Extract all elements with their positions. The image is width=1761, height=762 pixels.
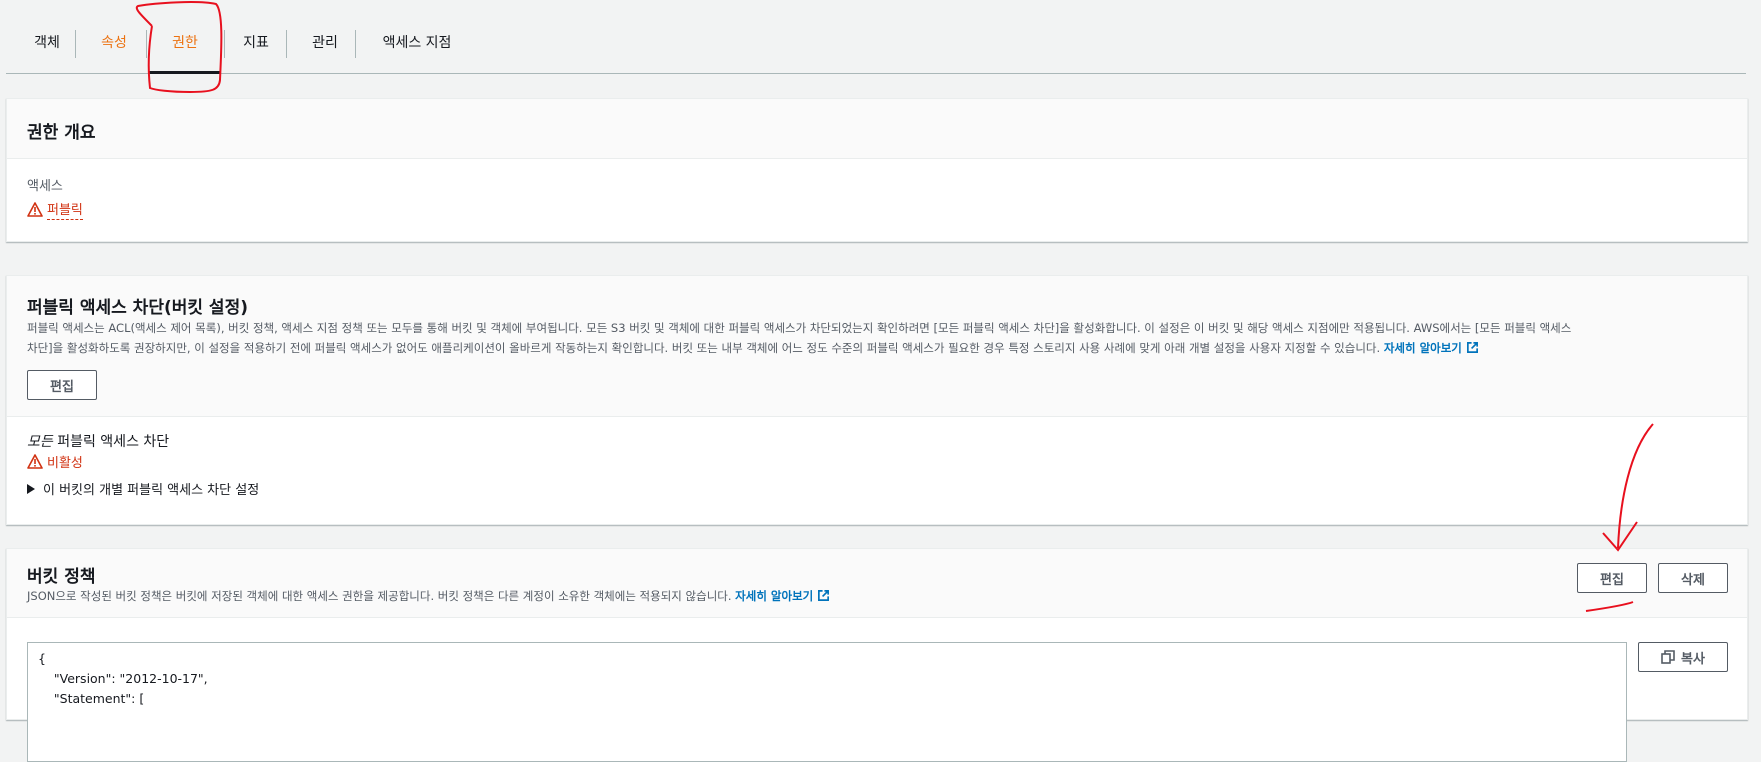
learn-more-link[interactable]: 자세히 알아보기 bbox=[735, 589, 830, 603]
section-title: 퍼블릭 액세스 차단(버킷 설정) bbox=[27, 298, 248, 318]
edit-block-access-button[interactable]: 편집 bbox=[27, 370, 97, 400]
access-status[interactable]: 퍼블릭 bbox=[27, 199, 83, 220]
tab-bar: 객체 속성 권한 지표 관리 액세스 지점 bbox=[6, 0, 1746, 74]
learn-more-link[interactable]: 자세히 알아보기 bbox=[1384, 341, 1479, 355]
heading-text: 퍼블릭 액세스 차단 bbox=[52, 434, 170, 450]
block-public-access-panel: 퍼블릭 액세스 차단(버킷 설정) 퍼블릭 액세스는 ACL(액세스 제어 목록… bbox=[6, 275, 1748, 525]
heading-italic: 모든 bbox=[27, 434, 53, 450]
panel-header: 권한 개요 bbox=[7, 99, 1747, 159]
bucket-policy-panel: 버킷 정책 JSON으로 작성된 버킷 정책은 버킷에 저장된 객체에 대한 액… bbox=[6, 548, 1748, 762]
block-access-status: 비활성 bbox=[27, 452, 83, 471]
copy-policy-button[interactable]: 복사 bbox=[1638, 642, 1728, 672]
description-text: JSON으로 작성된 버킷 정책은 버킷에 저장된 객체에 대한 액세스 권한을… bbox=[27, 589, 732, 603]
tab-permissions[interactable]: 권한 bbox=[149, 0, 221, 74]
code-line: "Statement": [ bbox=[38, 691, 145, 706]
tab-divider bbox=[75, 30, 76, 58]
external-link-icon bbox=[818, 590, 830, 601]
copy-label: 복사 bbox=[1681, 651, 1705, 667]
code-line: "Version": "2012-10-17", bbox=[38, 671, 208, 686]
tab-divider bbox=[146, 30, 147, 58]
section-description: 퍼블릭 액세스는 ACL(액세스 제어 목록), 버킷 정책, 액세스 지점 정… bbox=[27, 318, 1727, 358]
delete-policy-button[interactable]: 삭제 bbox=[1658, 563, 1728, 593]
tab-properties[interactable]: 속성 bbox=[92, 0, 136, 73]
tab-metrics[interactable]: 지표 bbox=[234, 0, 278, 73]
tab-divider bbox=[286, 30, 287, 58]
block-all-public-access-heading: 모든 퍼블릭 액세스 차단 bbox=[27, 431, 169, 451]
section-description: JSON으로 작성된 버킷 정책은 버킷에 저장된 객체에 대한 액세스 권한을… bbox=[27, 586, 830, 606]
block-access-status-text: 비활성 bbox=[47, 456, 83, 471]
access-status-text: 퍼블릭 bbox=[47, 199, 83, 220]
access-label: 액세스 bbox=[27, 179, 63, 194]
edit-policy-button[interactable]: 편집 bbox=[1577, 563, 1647, 593]
policy-json-viewer[interactable]: { "Version": "2012-10-17", "Statement": … bbox=[27, 642, 1627, 762]
tab-management[interactable]: 관리 bbox=[302, 0, 348, 73]
warning-icon bbox=[27, 202, 43, 217]
tab-access-points[interactable]: 액세스 지점 bbox=[372, 0, 462, 73]
description-line: 퍼블릭 액세스는 ACL(액세스 제어 목록), 버킷 정책, 액세스 지점 정… bbox=[27, 321, 1572, 335]
section-title: 권한 개요 bbox=[27, 123, 96, 143]
learn-more-text: 자세히 알아보기 bbox=[1383, 341, 1462, 355]
expander-label: 이 버킷의 개별 퍼블릭 액세스 차단 설정 bbox=[43, 483, 260, 498]
tab-divider bbox=[355, 30, 356, 58]
panel-header: 버킷 정책 JSON으로 작성된 버킷 정책은 버킷에 저장된 객체에 대한 액… bbox=[7, 549, 1747, 618]
learn-more-text: 자세히 알아보기 bbox=[735, 589, 814, 603]
annotation-arrowhead bbox=[1602, 521, 1638, 552]
tab-objects[interactable]: 객체 bbox=[24, 0, 70, 73]
copy-icon bbox=[1661, 650, 1675, 664]
permissions-overview-panel: 권한 개요 액세스 퍼블릭 bbox=[6, 98, 1748, 242]
individual-settings-expander[interactable]: 이 버킷의 개별 퍼블릭 액세스 차단 설정 bbox=[27, 479, 259, 498]
caret-right-icon bbox=[27, 483, 35, 494]
tab-divider bbox=[224, 30, 225, 58]
warning-icon bbox=[27, 454, 43, 469]
section-title: 버킷 정책 bbox=[27, 567, 96, 587]
panel-header: 퍼블릭 액세스 차단(버킷 설정) 퍼블릭 액세스는 ACL(액세스 제어 목록… bbox=[7, 276, 1747, 417]
external-link-icon bbox=[1466, 342, 1478, 353]
description-text: 차단]을 활성화하도록 권장하지만, 이 설정을 적용하기 전에 퍼블릭 액세스… bbox=[27, 341, 1381, 355]
code-line: { bbox=[38, 651, 46, 666]
description-line: 차단]을 활성화하도록 권장하지만, 이 설정을 적용하기 전에 퍼블릭 액세스… bbox=[27, 338, 1727, 358]
